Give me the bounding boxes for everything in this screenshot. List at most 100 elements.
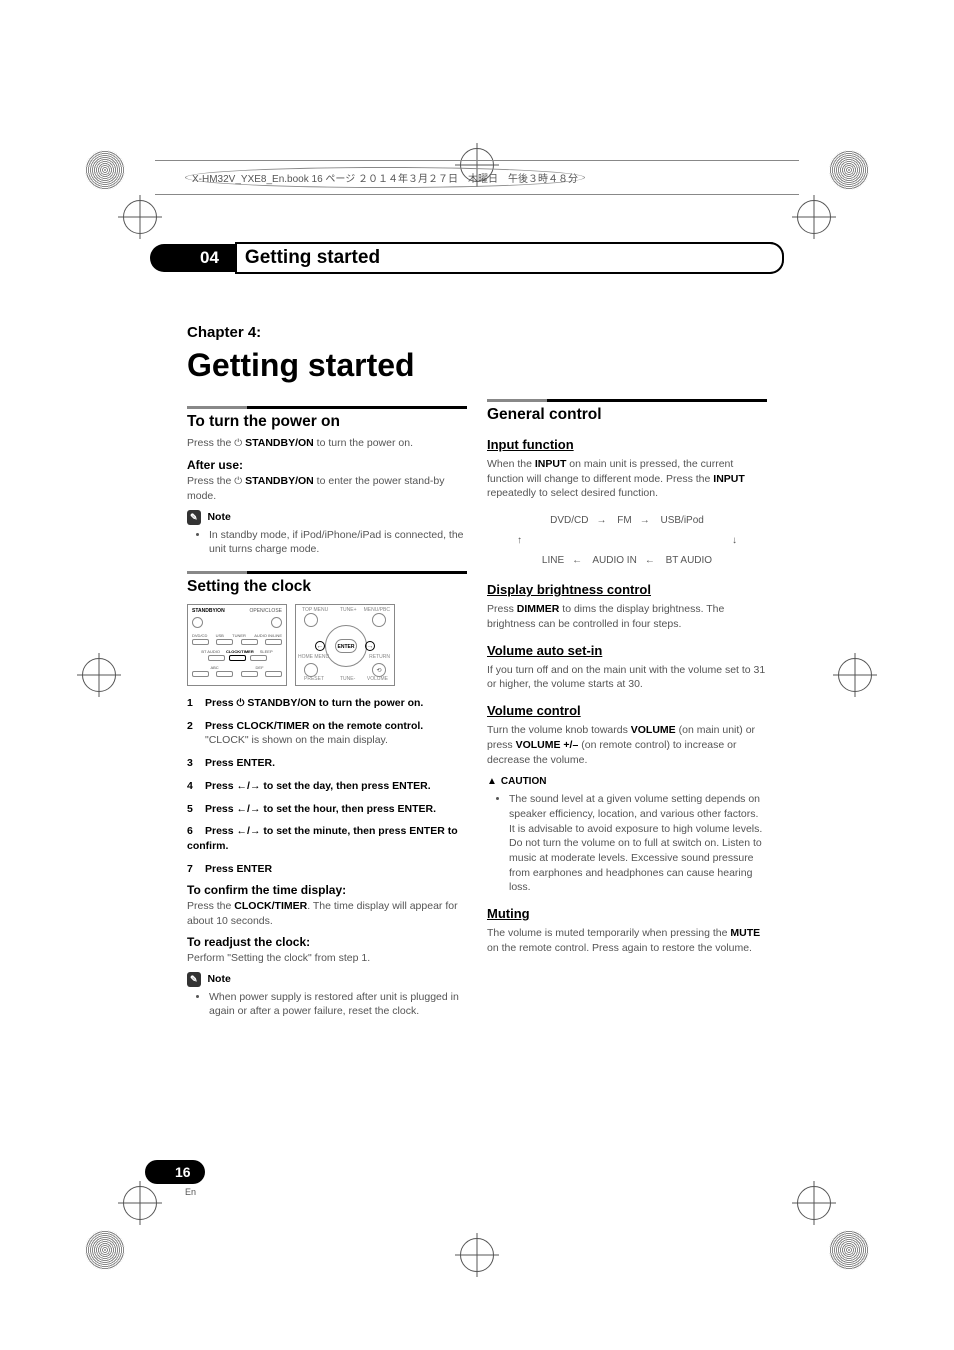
remote-button [216, 671, 233, 677]
chapter-tab-title: Getting started [235, 242, 784, 274]
remote-button [265, 639, 282, 645]
paragraph: Perform "Setting the clock" from step 1. [187, 951, 467, 966]
section-divider [187, 406, 467, 409]
arrow-right-icon: → [365, 641, 375, 651]
caution-label: CAUTION [487, 775, 767, 789]
flow-node: USB/iPod [661, 515, 704, 526]
book-header-text: X-HM32V_YXE8_En.book 16 ページ ２０１４年３月２７日 木… [185, 167, 585, 188]
power-icon [234, 475, 242, 487]
remote-button [241, 639, 258, 645]
section-divider [487, 399, 767, 402]
heading-muting: Muting [487, 905, 767, 923]
subheading-after-use: After use: [187, 457, 467, 474]
chapter-tab: 04 Getting started [150, 242, 784, 274]
remote-label-standby: STANDBY/ON [192, 608, 225, 615]
flow-node: DVD/CD [550, 515, 588, 526]
crosshair-mark [797, 200, 831, 234]
flow-node: AUDIO IN [592, 555, 636, 566]
note-item: When power supply is restored after unit… [209, 990, 467, 1019]
heading-general-control: General control [487, 404, 767, 426]
remote-button [304, 663, 318, 677]
section-divider [187, 571, 467, 574]
remote-nav-panel: TOP MENU TUNE+ MENU/PBC ENTER ← → ⟲ HOME… [295, 604, 395, 686]
remote-enter-button: ENTER [335, 639, 357, 653]
flow-node: LINE [542, 555, 564, 566]
arrow-left-icon: ← [572, 555, 582, 566]
remote-button: ⟲ [372, 663, 386, 677]
paragraph: Press DIMMER to dims the display brightn… [487, 602, 767, 631]
page-content: Chapter 4: Getting started To turn the p… [187, 322, 767, 1170]
heading-volume-control: Volume control [487, 702, 767, 720]
print-registration-mark [829, 150, 869, 190]
remote-diagram: STANDBY/ON OPEN/CLOSE DVD/CD USB TUNER A… [187, 604, 467, 686]
page-number: 16 [145, 1160, 205, 1184]
step-7: 7Press ENTER [187, 862, 467, 877]
power-icon [234, 437, 242, 449]
right-column: General control Input function When the … [487, 322, 767, 1170]
pencil-icon [187, 972, 201, 987]
remote-button [265, 671, 282, 677]
note-list: In standby mode, if iPod/iPhone/iPad is … [209, 528, 467, 557]
note-block: Note [187, 510, 467, 525]
step-4: 4Press ←/→ to set the day, then press EN… [187, 779, 467, 794]
heading-input-function: Input function [487, 436, 767, 454]
remote-button [208, 655, 225, 661]
step-2-desc: "CLOCK" is shown on the main display. [205, 733, 467, 748]
arrow-right-icon: → [596, 515, 606, 526]
chapter-number-pill: 04 [150, 244, 237, 272]
left-column: Chapter 4: Getting started To turn the p… [187, 322, 467, 1170]
paragraph: Turn the volume knob towards VOLUME (on … [487, 723, 767, 767]
crosshair-mark [460, 1238, 494, 1272]
paragraph: The volume is muted temporarily when pre… [487, 926, 767, 955]
heading-power-on: To turn the power on [187, 411, 467, 433]
page-language: En [185, 1187, 196, 1197]
subheading-readjust: To readjust the clock: [187, 934, 467, 951]
remote-button [372, 613, 386, 627]
paragraph: Press the STANDBY/ON to enter the power … [187, 474, 467, 504]
note-label: Note [207, 511, 230, 523]
paragraph: Press the STANDBY/ON to turn the power o… [187, 436, 467, 451]
paragraph: If you turn off and on the main unit wit… [487, 663, 767, 692]
step-3: 3Press ENTER. [187, 756, 467, 771]
arrow-left-icon: ← [645, 555, 655, 566]
crosshair-mark [797, 1186, 831, 1220]
paragraph: Press the CLOCK/TIMER. The time display … [187, 899, 467, 928]
remote-button [192, 671, 209, 677]
step-6: 6Press ←/→ to set the minute, then press… [187, 824, 467, 853]
book-header: X-HM32V_YXE8_En.book 16 ページ ２０１４年３月２７日 木… [155, 160, 799, 195]
caution-item: The sound level at a given volume settin… [509, 792, 767, 895]
remote-button [241, 671, 258, 677]
input-flow-diagram: DVD/CD→ FM→ USB/iPod ↑ ↓ LINE← AUDIO IN←… [487, 511, 767, 571]
crosshair-mark [123, 200, 157, 234]
step-1: 1Press STANDBY/ON to turn the power on. [187, 696, 467, 711]
heading-display-brightness: Display brightness control [487, 581, 767, 599]
step-2: 2Press CLOCK/TIMER on the remote control… [187, 719, 467, 734]
flow-node: BT AUDIO [666, 555, 713, 566]
print-registration-mark [829, 1230, 869, 1270]
arrow-left-icon: ← [315, 641, 325, 651]
remote-button [216, 639, 233, 645]
note-block: Note [187, 972, 467, 987]
print-registration-mark [85, 1230, 125, 1270]
remote-button [271, 617, 282, 628]
pencil-icon [187, 510, 201, 525]
chapter-title: Getting started [187, 343, 467, 388]
note-label: Note [207, 973, 230, 985]
remote-button [192, 617, 203, 628]
flow-node: FM [617, 515, 631, 526]
paragraph: When the INPUT on main unit is pressed, … [487, 457, 767, 501]
arrow-up-icon: ↑ [517, 531, 522, 551]
caution-list: The sound level at a given volume settin… [509, 792, 767, 895]
arrow-right-icon: → [640, 515, 650, 526]
crosshair-mark [82, 658, 116, 692]
remote-button-clock-timer [229, 655, 246, 661]
crosshair-mark [838, 658, 872, 692]
remote-button [192, 639, 209, 645]
heading-volume-auto: Volume auto set-in [487, 642, 767, 660]
step-5: 5Press ←/→ to set the hour, then press E… [187, 802, 467, 817]
crosshair-mark [123, 1186, 157, 1220]
chapter-label: Chapter 4: [187, 322, 467, 343]
note-list: When power supply is restored after unit… [209, 990, 467, 1019]
remote-label-openclose: OPEN/CLOSE [249, 608, 282, 615]
heading-setting-clock: Setting the clock [187, 576, 467, 598]
